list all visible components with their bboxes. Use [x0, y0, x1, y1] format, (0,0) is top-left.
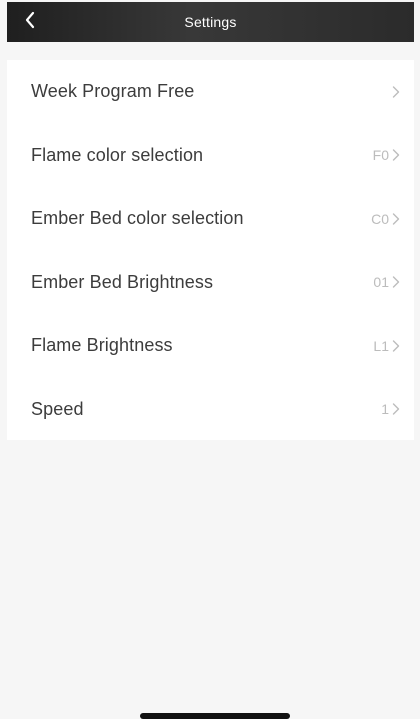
setting-row-ember-bed-brightness[interactable]: Ember Bed Brightness 01 [7, 251, 414, 315]
setting-trailing: L1 [373, 338, 400, 354]
setting-label: Ember Bed Brightness [31, 271, 214, 292]
chevron-right-icon [392, 275, 400, 289]
setting-value: L1 [373, 337, 389, 354]
setting-label: Flame Brightness [31, 335, 173, 356]
page-title: Settings [184, 14, 237, 30]
settings-screen: Settings Week Program Free Flame color s… [0, 0, 420, 719]
chevron-right-icon [392, 85, 400, 99]
setting-row-flame-brightness[interactable]: Flame Brightness L1 [7, 314, 414, 378]
back-button[interactable] [15, 2, 45, 42]
chevron-right-icon [392, 339, 400, 353]
chevron-right-icon [392, 212, 400, 226]
chevron-right-icon [392, 402, 400, 416]
setting-label: Flame color selection [31, 144, 204, 165]
setting-row-week-program[interactable]: Week Program Free [7, 60, 414, 124]
setting-value: F0 [372, 147, 389, 164]
setting-trailing [389, 85, 400, 99]
setting-label: Week Program Free [31, 81, 195, 102]
setting-trailing: 1 [381, 401, 400, 417]
setting-value: 1 [381, 401, 389, 418]
chevron-right-icon [392, 148, 400, 162]
setting-trailing: 01 [373, 274, 400, 290]
home-indicator[interactable] [140, 713, 290, 719]
setting-row-ember-bed-color[interactable]: Ember Bed color selection C0 [7, 187, 414, 251]
setting-row-flame-color[interactable]: Flame color selection F0 [7, 124, 414, 188]
chevron-left-icon [24, 11, 36, 34]
setting-value: 01 [373, 274, 389, 291]
setting-label: Ember Bed color selection [31, 208, 244, 229]
setting-label: Speed [31, 398, 84, 419]
setting-value: C0 [371, 210, 389, 227]
settings-list: Week Program Free Flame color selection … [7, 60, 414, 440]
header-bar: Settings [7, 2, 414, 42]
setting-row-speed[interactable]: Speed 1 [7, 378, 414, 442]
setting-trailing: C0 [371, 211, 400, 227]
setting-trailing: F0 [373, 147, 400, 163]
